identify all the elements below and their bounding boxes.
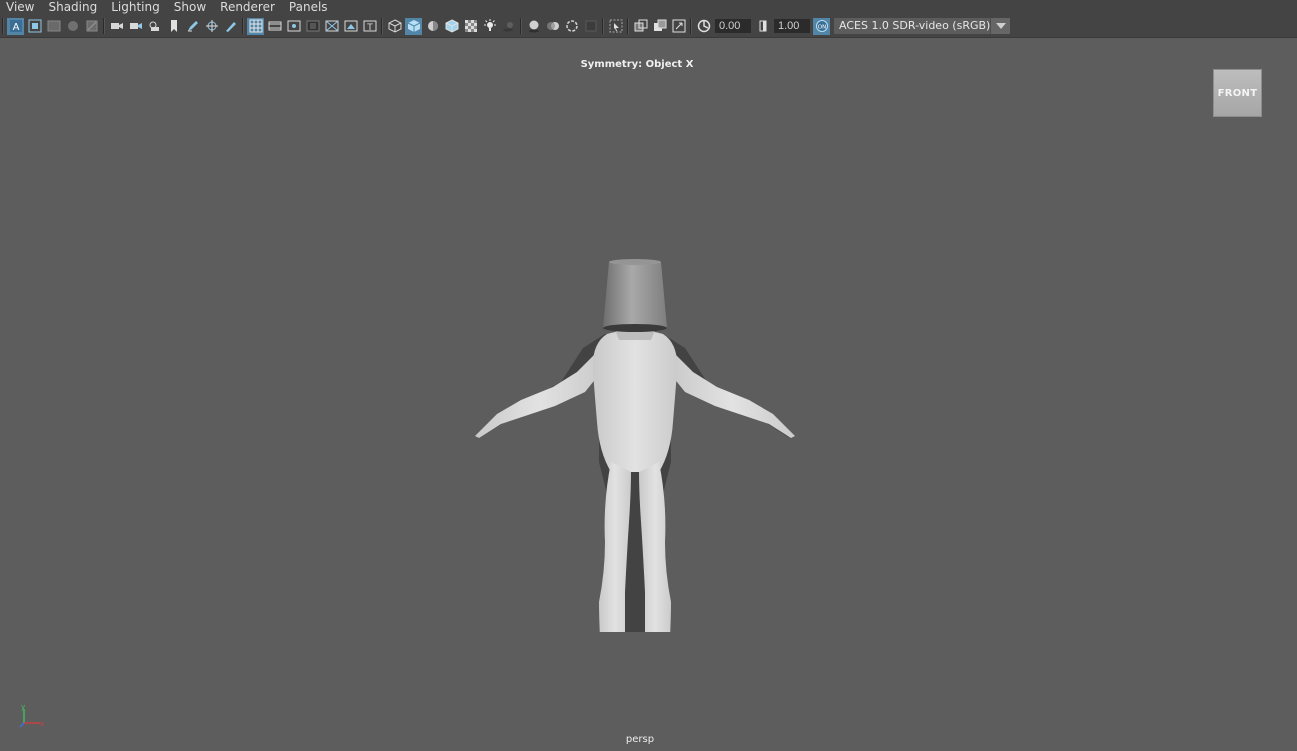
wireframe-on-shaded-icon[interactable] [443, 18, 460, 35]
toolbar-separator [627, 18, 629, 34]
toolbar-separator [520, 18, 522, 34]
3d-viewport[interactable]: Symmetry: Object X FRONT y x persp [0, 37, 1297, 751]
bucket-helmet [603, 259, 667, 332]
gamma-icon[interactable] [754, 18, 771, 35]
axis-y-label: y [21, 703, 25, 711]
xray-joints-icon[interactable] [670, 18, 687, 35]
gate-mask-icon[interactable] [304, 18, 321, 35]
camera-name-label: persp [625, 734, 655, 745]
grid-icon[interactable] [247, 17, 264, 35]
default-material-icon[interactable] [424, 18, 441, 35]
chevron-down-icon[interactable] [990, 18, 1010, 34]
menu-view[interactable]: View [0, 0, 41, 15]
resolution-gate-icon[interactable] [285, 18, 302, 35]
safe-title-icon[interactable]: T [361, 18, 378, 35]
svg-text:T: T [366, 23, 373, 33]
toolbar-separator [690, 18, 692, 34]
gamma-field[interactable] [774, 19, 810, 33]
paint-brush-icon[interactable] [222, 18, 239, 35]
axis-x-label: x [40, 720, 44, 728]
wireframe-icon[interactable] [386, 18, 403, 35]
film-gate-icon[interactable] [266, 18, 283, 35]
field-chart-icon[interactable] [323, 18, 340, 35]
camera-snapshot-icon[interactable] [127, 18, 144, 35]
pencil-icon[interactable] [203, 18, 220, 35]
menu-show[interactable]: Show [167, 0, 213, 15]
toolbar-separator [103, 18, 105, 34]
exposure-field[interactable] [715, 19, 751, 33]
exposure-icon[interactable] [695, 18, 712, 35]
menu-shading[interactable]: Shading [41, 0, 104, 15]
color-management-icon[interactable]: ON [813, 17, 830, 35]
isolate-select-icon[interactable] [607, 18, 624, 35]
camera-sequencer-icon[interactable] [146, 18, 163, 35]
camera-icon[interactable] [108, 18, 125, 35]
menu-panels[interactable]: Panels [282, 0, 335, 15]
toolbar-separator [602, 18, 604, 34]
symmetry-label: Symmetry: Object X [580, 59, 694, 70]
screen-space-ao-icon[interactable] [525, 18, 542, 35]
xray-active-components-icon[interactable] [651, 18, 668, 35]
shadows-icon[interactable] [500, 18, 517, 35]
view-cube-face-label: FRONT [1217, 87, 1258, 99]
panel-toolbar: A T 0.00 1.00 ON ACES 1.0 SDR-video (sRG… [0, 15, 1297, 38]
2d-pan-zoom-icon[interactable] [83, 18, 100, 35]
smooth-shade-icon[interactable] [405, 17, 422, 35]
toolbar-separator [242, 18, 244, 34]
textured-icon[interactable] [462, 18, 479, 35]
use-all-lights-icon[interactable] [481, 18, 498, 35]
xray-icon[interactable] [632, 18, 649, 35]
color-space-value: ACES 1.0 SDR-video (sRGB) [839, 19, 991, 32]
axis-gizmo: y x [19, 703, 44, 728]
anti-aliasing-icon[interactable] [563, 18, 580, 35]
depth-of-field-icon[interactable] [582, 18, 599, 35]
view-cube[interactable]: FRONT [1213, 69, 1262, 117]
character-model[interactable] [465, 222, 805, 632]
toolbar-separator [2, 18, 4, 34]
bookmarks-icon[interactable] [45, 18, 62, 35]
bookmark-icon[interactable] [165, 18, 182, 35]
menu-renderer[interactable]: Renderer [213, 0, 282, 15]
svg-text:ON: ON [817, 25, 825, 31]
image-plane-icon[interactable] [64, 18, 81, 35]
safe-action-icon[interactable] [342, 18, 359, 35]
toolbar-separator [381, 18, 383, 34]
camera-attributes-icon[interactable] [26, 18, 43, 35]
svg-text:A: A [12, 22, 19, 33]
panel-menu-bar: View Shading Lighting Show Renderer Pane… [0, 0, 1297, 15]
maya-viewport-panel: View Shading Lighting Show Renderer Pane… [0, 0, 1297, 751]
menu-lighting[interactable]: Lighting [104, 0, 167, 15]
motion-blur-icon[interactable] [544, 18, 561, 35]
grease-pencil-icon[interactable] [184, 18, 201, 35]
color-space-dropdown[interactable]: ACES 1.0 SDR-video (sRGB) [834, 18, 1010, 34]
select-camera-icon[interactable]: A [7, 17, 24, 35]
